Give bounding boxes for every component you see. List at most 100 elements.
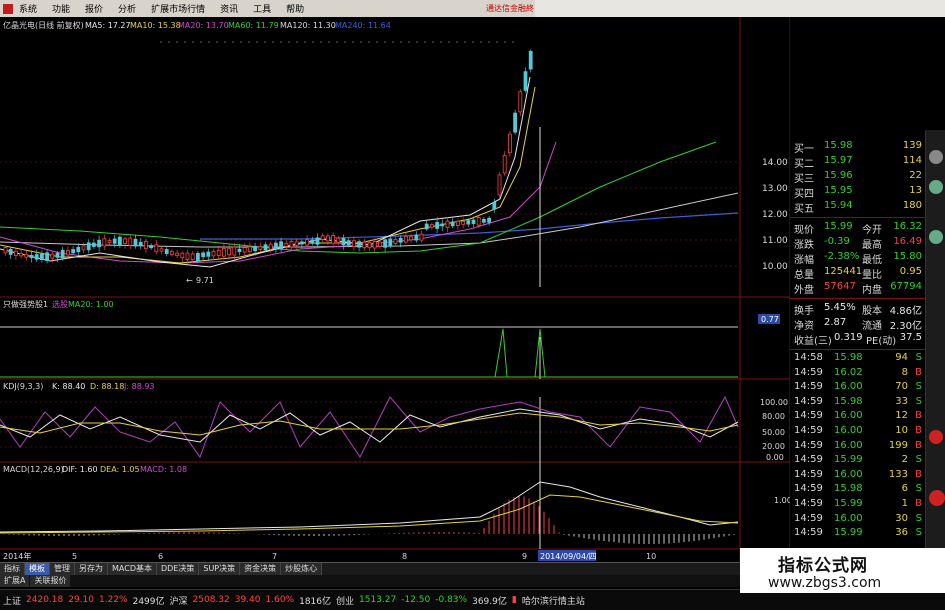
bid-row[interactable]: 买一 15.98 139	[794, 140, 922, 155]
y-tick: 13.00	[762, 184, 788, 194]
bid-row[interactable]: 买二 15.97 114	[794, 155, 922, 170]
tick-row: 14:59 16.00 12 B	[794, 410, 922, 424]
tick-volume: 36	[895, 527, 908, 539]
candle	[320, 235, 325, 240]
menu-item[interactable]: 帮助	[286, 2, 304, 15]
tab[interactable]: 扩展A	[0, 575, 30, 587]
candle	[377, 241, 382, 247]
indicator1-spike	[494, 328, 508, 378]
tick-side: B	[915, 439, 922, 451]
candle	[487, 217, 492, 223]
watermark: 指标公式网 www.zbgs3.com	[740, 548, 945, 593]
candle	[237, 248, 242, 253]
candle	[19, 253, 24, 257]
tick-price: 16.00	[834, 381, 863, 393]
tab-active[interactable]: 模板	[25, 563, 50, 575]
menu-item[interactable]: 扩展市场行情	[151, 2, 205, 15]
badge-icon[interactable]	[929, 490, 945, 506]
candle	[190, 253, 195, 261]
tab[interactable]: 关联报价	[30, 575, 71, 587]
fund-value: 5.45%	[824, 302, 856, 313]
tab[interactable]: 另存为	[75, 563, 108, 575]
y-tick: 80.00	[762, 412, 785, 421]
candle	[445, 220, 450, 229]
menu-item[interactable]: 工具	[253, 2, 271, 15]
tab[interactable]: SUP决策	[199, 563, 241, 575]
bid-price: 15.95	[824, 185, 853, 196]
candle	[279, 241, 284, 250]
candle	[169, 251, 174, 255]
quote-row: 总量 125441 量比 0.95	[794, 266, 922, 281]
menu-bar: 系统 功能 报价 分析 扩展市场行情 资讯 工具 帮助 通达信金融終	[0, 0, 945, 17]
candle	[388, 238, 393, 247]
nav-icon[interactable]	[929, 230, 943, 244]
quote-value: 125441	[824, 266, 863, 277]
tick-row: 14:59 15.98 33 S	[794, 396, 922, 410]
cy-label: 创业	[336, 596, 355, 607]
candle	[159, 248, 164, 252]
add-watchlist-icon[interactable]	[929, 180, 943, 194]
tick-time: 14:59	[794, 454, 823, 466]
tick-price: 16.02	[834, 366, 863, 378]
close-icon[interactable]	[929, 150, 943, 164]
candle	[362, 241, 367, 249]
candle	[112, 238, 117, 244]
tab[interactable]: 管理	[50, 563, 75, 575]
menu-item[interactable]: 报价	[85, 2, 103, 15]
indicator1-title: 只做强势股1	[3, 299, 48, 309]
server-name[interactable]: 哈尔滨行情主站	[522, 594, 585, 607]
x-label: 5	[72, 552, 77, 561]
candle	[60, 250, 65, 259]
tab[interactable]: 炒股炼心	[281, 563, 323, 575]
menu-item[interactable]: 系统	[19, 2, 37, 15]
menu-item[interactable]: 分析	[118, 2, 136, 15]
ma10-label: MA10: 15.38	[130, 21, 181, 30]
menu-item[interactable]: 功能	[52, 2, 70, 15]
ad-banner[interactable]: 通达信金融終	[486, 3, 534, 14]
tick-volume: 94	[895, 352, 908, 363]
menu-item[interactable]: 资讯	[220, 2, 238, 15]
quote-row: 涨跌 -0.39 最高 16.49	[794, 236, 922, 251]
fund-label: 换手	[794, 306, 814, 317]
candle	[253, 246, 258, 252]
ma240-label: MA240: 11.64	[335, 21, 391, 30]
tab[interactable]: 资金决策	[240, 563, 282, 575]
bid-row[interactable]: 买四 15.95 13	[794, 185, 922, 200]
sh-amount: 2499亿	[132, 596, 165, 607]
quote-value: 57647	[824, 281, 856, 292]
tab[interactable]: 指标	[0, 563, 25, 575]
candle	[471, 219, 476, 224]
candle	[435, 222, 440, 229]
tick-row: 14:59 16.02 8 B	[794, 367, 922, 381]
bid-label: 买五	[794, 204, 814, 215]
candle	[523, 71, 528, 91]
macd-dif-line	[0, 481, 739, 533]
quote-label: 现价	[794, 225, 814, 236]
tick-price: 16.00	[834, 468, 863, 480]
candle	[133, 238, 138, 247]
chart-area[interactable]: 亿晶光电(日线 前复权) MA5: 17.27 MA10: 15.38 MA20…	[0, 17, 790, 562]
hs300-pct: 1.60%	[265, 595, 295, 605]
quote-label: 最高	[862, 240, 882, 251]
candle	[424, 223, 429, 230]
tab[interactable]: MACD基本	[108, 563, 157, 575]
candle	[528, 50, 533, 70]
tab[interactable]: DDE决策	[156, 563, 200, 575]
candle	[466, 220, 471, 225]
fund-label: 股本	[862, 306, 882, 317]
candle	[497, 174, 502, 196]
tick-side: B	[915, 410, 922, 422]
alert-icon[interactable]	[929, 430, 943, 444]
fund-value: 0.319	[834, 332, 863, 343]
tick-row: 14:59 16.00 133 B	[794, 469, 922, 483]
title-bar-blank	[535, 0, 945, 17]
sh-label: 上证	[3, 596, 22, 607]
bid-row[interactable]: 买五 15.94 180	[794, 200, 922, 215]
quote-value: -2.38%	[824, 251, 860, 262]
bid-row[interactable]: 买三 15.96 22	[794, 170, 922, 185]
hs300-label: 沪深	[169, 596, 188, 607]
hs300-value: 2508.32	[192, 595, 230, 605]
sh-value: 2420.18	[26, 595, 64, 605]
candle	[414, 234, 419, 241]
candle	[507, 133, 512, 154]
